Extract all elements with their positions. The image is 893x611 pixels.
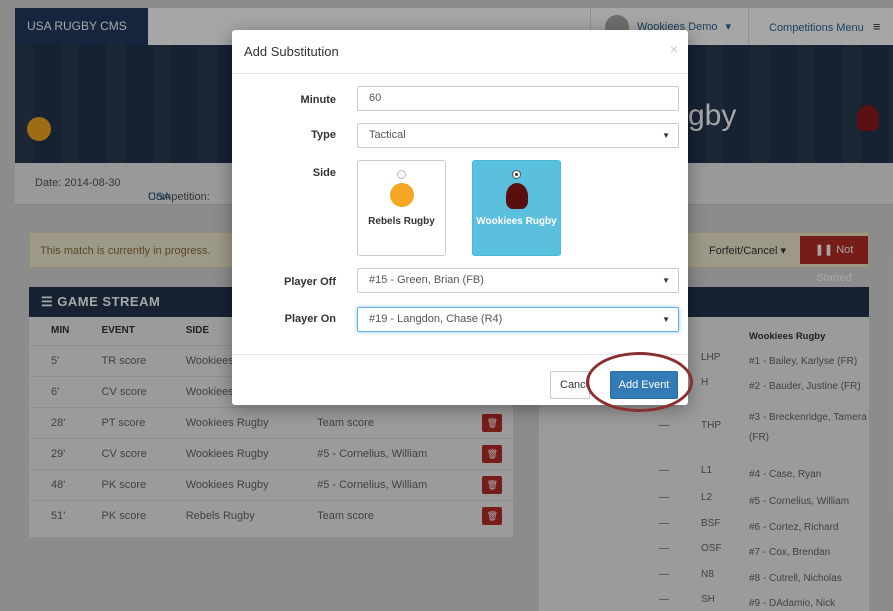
rebels-logo-icon (389, 183, 414, 207)
type-label: Type (311, 129, 336, 141)
player-on-label: Player On (284, 313, 336, 325)
type-select[interactable]: Tactical ▼ (357, 123, 679, 148)
modal-title: Add Substitution (244, 44, 339, 59)
minute-input[interactable]: 60 (357, 86, 679, 111)
chevron-down-icon: ▼ (662, 276, 670, 285)
player-on-value: #19 - Langdon, Chase (R4) (369, 313, 503, 325)
player-off-label: Player Off (284, 276, 336, 288)
add-substitution-modal: Add Substitution × Minute 60 Type Tactic… (232, 30, 688, 405)
chevron-down-icon: ▼ (662, 315, 670, 324)
wookiees-logo-icon (505, 183, 528, 209)
chevron-down-icon: ▼ (662, 131, 670, 140)
radio-button[interactable] (397, 170, 406, 179)
side-label: Side (312, 167, 336, 179)
side-option-label: Wookiees Rugby (476, 216, 557, 227)
player-off-select[interactable]: #15 - Green, Brian (FB) ▼ (357, 268, 679, 293)
radio-button[interactable] (512, 170, 521, 179)
side-option-wookiees[interactable]: Wookiees Rugby (472, 160, 561, 256)
side-option-rebels[interactable]: Rebels Rugby (357, 160, 446, 256)
type-select-value: Tactical (369, 129, 406, 141)
player-on-select[interactable]: #19 - Langdon, Chase (R4) ▼ (357, 307, 679, 332)
modal-header: Add Substitution × (232, 30, 688, 74)
close-icon[interactable]: × (670, 41, 678, 57)
highlight-annotation (586, 352, 693, 412)
cancel-button[interactable]: Cancel (550, 371, 590, 399)
minute-label: Minute (300, 94, 336, 106)
player-off-value: #15 - Green, Brian (FB) (369, 274, 484, 286)
side-option-label: Rebels Rugby (368, 216, 435, 227)
